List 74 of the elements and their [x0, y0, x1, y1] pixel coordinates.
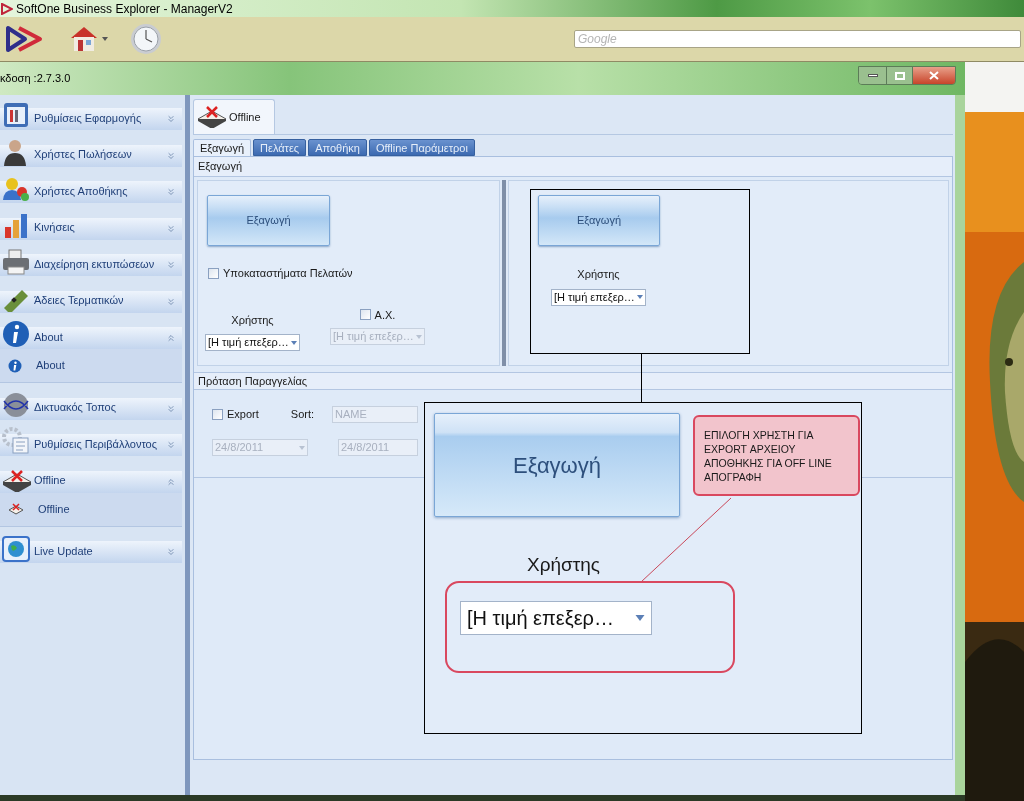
sidebar-group-header[interactable]: Live Update [0, 533, 182, 563]
maximize-icon [894, 71, 905, 80]
globe-icon [2, 536, 30, 562]
chevrons-down-icon [166, 440, 176, 450]
printer-icon [2, 249, 30, 275]
sidebar-group-header[interactable]: Ρυθμίσεις Εφαρμογής [0, 100, 182, 130]
sidebar-group-header[interactable]: About [0, 319, 182, 349]
version-label: κδοση :2.7.3.0 [0, 71, 71, 86]
export-button[interactable]: Εξαγωγή [538, 195, 660, 246]
export-button[interactable]: Εξαγωγή [207, 195, 330, 246]
field-label: Χρήστης [231, 312, 274, 328]
dropdown-arrow-icon [637, 295, 643, 299]
chevrons-up-icon [166, 333, 176, 343]
sidebar-item[interactable]: About [0, 349, 182, 383]
dropdown-arrow-icon [635, 615, 645, 621]
home-button[interactable] [69, 25, 108, 53]
field-label: Sort: [290, 407, 315, 423]
caret-icon [102, 37, 108, 41]
field-label: Χρήστης [577, 267, 620, 282]
minimize-button[interactable] [859, 67, 886, 84]
chevrons-down-icon [166, 114, 176, 124]
notebook-icon [8, 503, 24, 515]
chevrons-up-icon [166, 476, 176, 487]
chevrons-down-icon [166, 187, 176, 197]
export-button[interactable]: Εξαγωγή [434, 413, 680, 517]
checkbox-label: A.X. [374, 307, 396, 323]
app-logo-icon [1, 2, 13, 15]
house-icon [69, 25, 99, 53]
sidebar-item[interactable]: Offline [0, 492, 182, 527]
chevrons-down-icon [166, 403, 176, 414]
sidebar-group-header[interactable]: Ρυθμίσεις Περιβάλλοντος [0, 426, 182, 456]
info-icon [2, 320, 30, 348]
people-icon [2, 176, 30, 202]
document-tab[interactable]: Offline [193, 99, 275, 134]
info-icon [8, 358, 22, 373]
chevrons-down-icon [166, 150, 176, 161]
dropdown-field[interactable]: [Η τιμή επεξερ… [551, 288, 646, 306]
tab[interactable]: Πελάτες [253, 139, 307, 156]
note-box: ΕΠΙΛΟΓΗ ΧΡΗΣΤΗ ΓΙΑ EXPORT ΑΡΧΕΙΟΥ ΑΠΟΘΗΚΗΣ ΓΙΑ OFF LINE ΑΠΟΓΡΑΦΗ [693, 415, 860, 496]
clock-icon[interactable] [130, 23, 162, 55]
chevrons-down-icon [166, 260, 176, 270]
dropdown-arrow-icon [299, 445, 305, 450]
window-tools-icon [2, 101, 30, 129]
checkbox-label: Export [227, 407, 259, 423]
close-icon [929, 71, 939, 80]
dropdown-field[interactable]: [Η τιμή επεξερ… [460, 601, 652, 635]
checkbox-label: Υποκαταστήματα Πελατών [223, 266, 353, 281]
memory-stick-icon [2, 287, 30, 312]
chevrons-down-icon [166, 547, 176, 557]
minimize-icon [867, 74, 878, 77]
chevrons-down-icon [166, 296, 176, 307]
chevrons-down-icon [166, 223, 176, 234]
person-icon [2, 137, 28, 166]
tab[interactable]: Αποθήκη [308, 139, 367, 156]
maximize-button[interactable] [886, 67, 912, 84]
section-title: Πρόταση Παραγγελίας [198, 373, 308, 389]
window-title: SoftOne Business Explorer - ManagerV2 [16, 0, 233, 18]
dropdown-arrow-icon [291, 340, 297, 345]
dropdown-field[interactable]: [Η τιμή επεξερ… [205, 334, 300, 351]
app-logo-icon[interactable] [5, 25, 43, 53]
notebook-icon [197, 106, 227, 128]
sidebar-group-header[interactable]: Διαχείρηση εκτυπώσεων [0, 246, 182, 276]
search-field[interactable]: Google [574, 30, 1021, 48]
tab[interactable]: Εξαγωγή [193, 139, 252, 156]
notebook-icon [2, 467, 32, 492]
globe-icon [2, 390, 30, 419]
close-button[interactable] [912, 67, 955, 84]
dropdown-arrow-icon [416, 334, 422, 339]
tab[interactable]: Offline Παράμετροι [368, 139, 475, 156]
checkbox[interactable] [208, 267, 219, 279]
section-title: Εξαγωγή [198, 159, 243, 175]
checkbox[interactable] [212, 409, 223, 420]
settings-icon [2, 427, 30, 455]
checkbox[interactable] [359, 309, 371, 321]
